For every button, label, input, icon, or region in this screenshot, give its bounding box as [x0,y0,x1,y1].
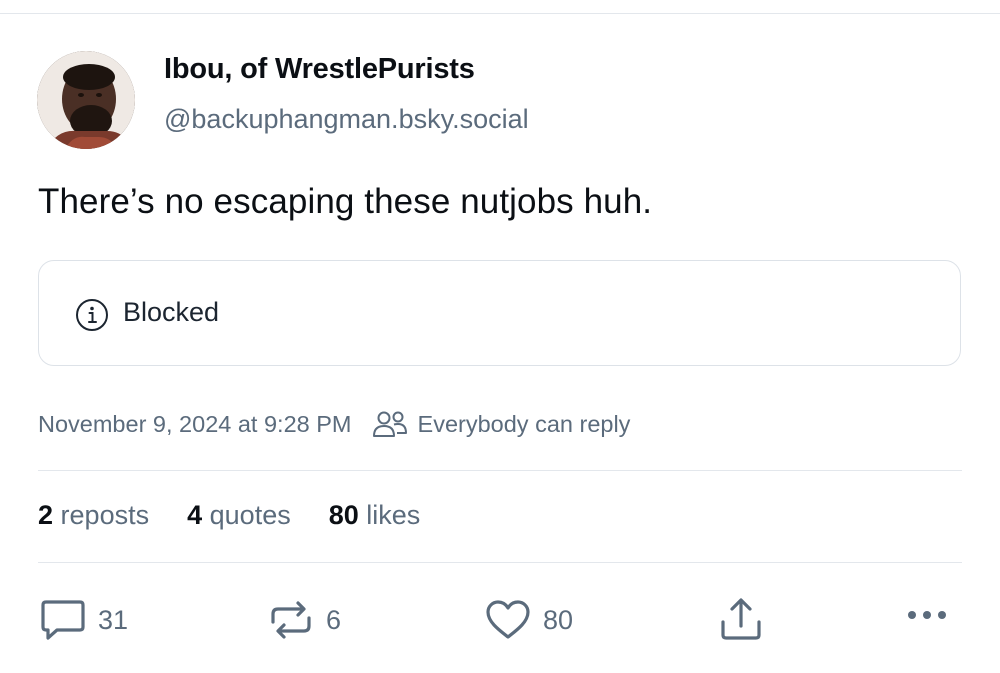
share-icon [721,598,761,640]
reply-count: 31 [98,604,129,635]
quotes-stat[interactable]: 4 quotes [187,500,291,531]
author-handle[interactable]: @backuphangman.bsky.social [164,104,529,135]
action-bar: 31 6 80 [0,596,1000,646]
share-button[interactable] [718,596,764,642]
repost-icon [271,601,311,639]
quotes-label: quotes [209,500,291,530]
post-timestamp[interactable]: November 9, 2024 at 9:28 PM [38,411,352,438]
like-count: 80 [543,604,574,635]
author-display-name[interactable]: Ibou, of WrestlePurists [164,53,475,86]
top-divider [0,13,1000,14]
post-meta: November 9, 2024 at 9:28 PM Everybody ca… [38,409,630,439]
more-options-button[interactable] [906,608,948,622]
heart-icon [486,600,530,639]
reply-button[interactable]: 31 [40,598,128,642]
reposts-count: 2 [38,500,54,530]
repost-button[interactable]: 6 [268,598,341,642]
avatar-photo [37,51,135,149]
likes-stat[interactable]: 80 likes [329,500,421,531]
people-icon [372,411,407,437]
author-avatar[interactable] [37,51,135,149]
reposts-stat[interactable]: 2 reposts [38,500,149,531]
stats-top-divider [38,470,962,471]
engagement-stats: 2 reposts 4 quotes 80 likes [38,500,458,531]
reply-setting-label[interactable]: Everybody can reply [418,411,631,438]
blocked-label: Blocked [123,297,220,327]
info-circle-icon [76,299,108,331]
blocked-embed: Blocked [38,260,961,366]
more-horizontal-icon [908,611,946,619]
like-button[interactable]: 80 [485,598,573,642]
reposts-label: reposts [60,500,150,530]
quotes-count: 4 [187,500,203,530]
comment-icon [41,600,85,640]
repost-count: 6 [326,604,342,635]
stats-bottom-divider [38,562,962,563]
likes-label: likes [366,500,421,530]
post-text: There’s no escaping these nutjobs huh. [38,182,653,221]
likes-count: 80 [328,500,359,530]
